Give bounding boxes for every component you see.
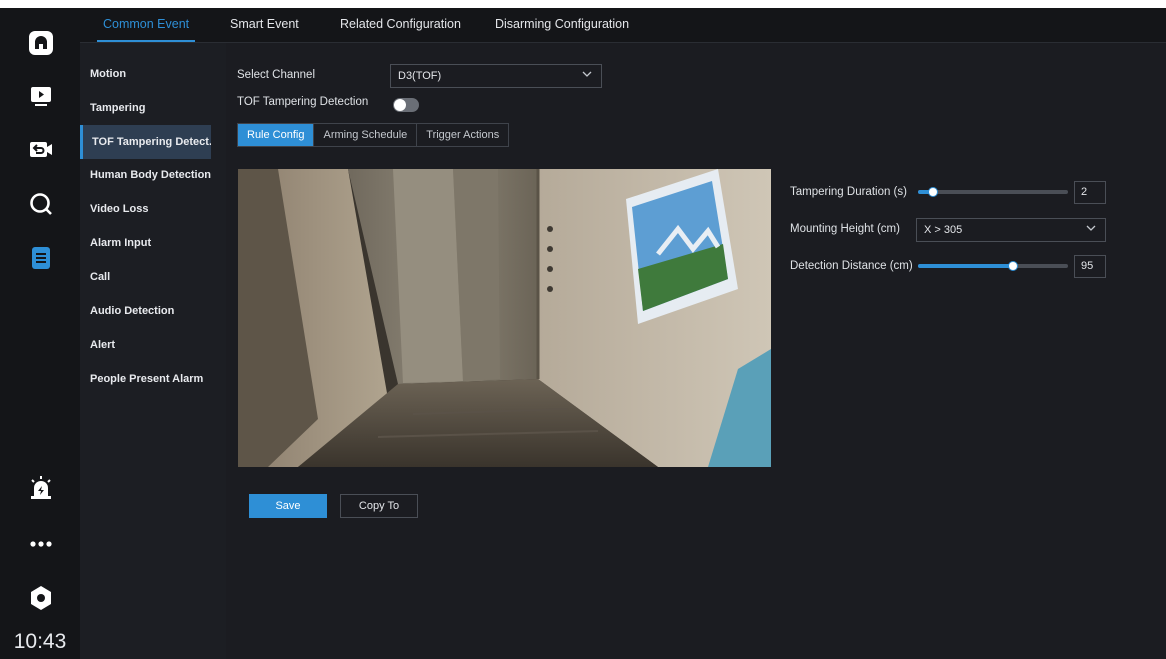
subtab-trigger-actions[interactable]: Trigger Actions <box>417 124 508 146</box>
submenu-item-people-present-alarm[interactable]: People Present Alarm <box>80 362 226 396</box>
height-select[interactable]: X > 305 <box>916 218 1106 242</box>
duration-value-field[interactable]: 2 <box>1074 181 1106 204</box>
distance-slider-fill <box>918 264 1013 268</box>
distance-slider-thumb[interactable] <box>1007 261 1018 271</box>
duration-label: Tampering Duration (s) <box>790 186 907 198</box>
duration-slider-thumb[interactable] <box>928 187 938 197</box>
height-select-value: X > 305 <box>924 224 963 236</box>
detection-label: TOF Tampering Detection <box>237 96 369 108</box>
channel-label: Select Channel <box>237 69 315 81</box>
distance-value-field[interactable]: 95 <box>1074 255 1106 278</box>
home-icon[interactable] <box>26 28 56 58</box>
submenu-item-motion[interactable]: Motion <box>80 57 226 91</box>
main-panel: Select Channel D3(TOF) TOF Tampering Det… <box>226 43 1166 659</box>
chevron-down-icon <box>1086 225 1096 231</box>
submenu-item-alarm-input[interactable]: Alarm Input <box>80 226 226 260</box>
camera-preview[interactable] <box>238 169 771 467</box>
submenu-item-call[interactable]: Call <box>80 260 226 294</box>
toggle-knob <box>394 99 406 111</box>
clock: 10:43 <box>13 630 67 653</box>
tab-related-configuration[interactable]: Related Configuration <box>340 8 461 42</box>
duration-slider[interactable] <box>918 187 1068 197</box>
height-label: Mounting Height (cm) <box>790 223 900 235</box>
submenu-item-tof-tampering[interactable]: TOF Tampering Detect... <box>80 125 211 159</box>
top-strip <box>0 0 1166 8</box>
tab-common-event[interactable]: Common Event <box>96 8 196 42</box>
submenu-item-tampering[interactable]: Tampering <box>80 91 226 125</box>
search-icon[interactable] <box>26 189 56 219</box>
distance-slider[interactable] <box>918 261 1068 271</box>
config-subtabs: Rule Config Arming Schedule Trigger Acti… <box>237 123 510 147</box>
icon-rail: 10:43 <box>0 8 80 659</box>
channel-select[interactable]: D3(TOF) <box>390 64 602 88</box>
submenu-item-video-loss[interactable]: Video Loss <box>80 192 226 226</box>
event-submenu: Motion Tampering TOF Tampering Detect...… <box>80 43 226 659</box>
copy-to-button[interactable]: Copy To <box>340 494 418 518</box>
subtab-rule-config[interactable]: Rule Config <box>238 124 315 146</box>
more-icon[interactable] <box>26 529 56 559</box>
channel-select-value: D3(TOF) <box>398 70 442 82</box>
chevron-down-icon <box>582 71 592 77</box>
settings-icon[interactable] <box>26 583 56 613</box>
playback-icon[interactable] <box>26 135 56 165</box>
tab-bar: Common Event Smart Event Related Configu… <box>80 8 1166 43</box>
alarm-icon[interactable] <box>26 473 56 503</box>
save-button[interactable]: Save <box>249 494 327 518</box>
submenu-item-human-body-detection[interactable]: Human Body Detection <box>80 158 226 192</box>
detection-toggle[interactable] <box>393 98 419 112</box>
tab-smart-event[interactable]: Smart Event <box>230 8 299 42</box>
live-view-icon[interactable] <box>26 81 56 111</box>
subtab-arming-schedule[interactable]: Arming Schedule <box>314 124 418 146</box>
event-config-icon[interactable] <box>26 243 56 273</box>
distance-label: Detection Distance (cm) <box>790 260 913 272</box>
submenu-item-alert[interactable]: Alert <box>80 328 226 362</box>
submenu-item-audio-detection[interactable]: Audio Detection <box>80 294 226 328</box>
tab-disarming-configuration[interactable]: Disarming Configuration <box>495 8 629 42</box>
